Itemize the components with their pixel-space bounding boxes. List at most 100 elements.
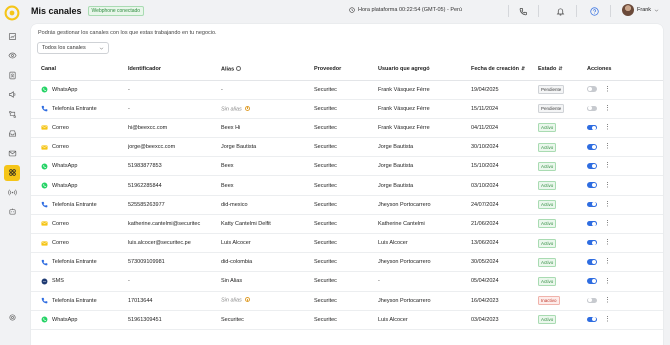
channel-enable-toggle[interactable]: [587, 201, 597, 208]
status-badge: Activo: [538, 315, 557, 325]
cell-fecha: 16/04/2023: [471, 291, 538, 311]
channel-enable-toggle[interactable]: [587, 182, 597, 188]
sidebar-item-eye[interactable]: [4, 48, 20, 65]
channel-enable-toggle[interactable]: [587, 124, 597, 131]
channel-enable-toggle[interactable]: [587, 144, 597, 150]
channel-enable-toggle[interactable]: [587, 297, 597, 304]
cell-fecha: 30/10/2024: [471, 137, 538, 158]
channel-enable-toggle[interactable]: [587, 105, 597, 112]
channel-enable-toggle[interactable]: [587, 86, 597, 92]
cell-canal: Correo: [31, 214, 128, 235]
alias-text: Beex Hi: [221, 124, 241, 131]
warning-icon[interactable]: [244, 297, 250, 303]
more-options-icon[interactable]: ⋮: [604, 258, 611, 265]
table-row: Telefonía Entrante 573009109981 did-colomb…: [31, 252, 663, 273]
sort-icon[interactable]: ⇵: [521, 66, 525, 72]
sort-icon[interactable]: ⇵: [558, 66, 562, 72]
more-options-icon[interactable]: ⋮: [604, 124, 611, 131]
col-header-fecha-label: Fecha de creación: [471, 66, 519, 73]
cell-proveedor: Securitec: [314, 233, 378, 254]
cell-canal: WhatsApp: [31, 175, 128, 196]
cell-proveedor: Securitec: [314, 195, 378, 215]
divider: [538, 5, 539, 17]
bell-icon[interactable]: [553, 4, 567, 18]
mail-icon: [41, 145, 48, 150]
channel-filter-select[interactable]: Todos los canales: [37, 42, 109, 54]
megaphone-icon: [8, 91, 15, 99]
more-options-icon[interactable]: ⋮: [604, 182, 611, 189]
cell-acciones: ⋮: [587, 310, 663, 330]
alias-text: Sin Alias: [221, 278, 243, 285]
flow-icon: [8, 110, 16, 118]
phone-settings-icon[interactable]: [516, 4, 530, 18]
more-options-icon[interactable]: ⋮: [604, 105, 611, 112]
cell-usuario: Frank Vásquez Férre: [378, 99, 471, 119]
status-badge: Activo: [538, 238, 557, 248]
cell-estado: Pendiente: [538, 99, 587, 119]
cell-proveedor: Securitec: [314, 156, 378, 177]
sidebar-item-bot[interactable]: [4, 204, 20, 221]
cell-alias: Luis Alcocer: [221, 233, 314, 254]
bot-icon: [8, 208, 16, 215]
col-header-estado[interactable]: Estado ⇵: [538, 59, 587, 81]
mail-icon: [41, 240, 48, 246]
channel-enable-toggle[interactable]: [587, 259, 597, 265]
phone-icon: [41, 297, 48, 304]
info-icon[interactable]: [236, 66, 242, 71]
channel-enable-toggle[interactable]: [587, 163, 597, 169]
mail-icon: [41, 125, 48, 131]
table-row: Telefonía Entrante 17013644 Sin alias Secur…: [31, 291, 663, 311]
sidebar-item-flow[interactable]: [4, 106, 20, 123]
mail-icon: [41, 221, 48, 227]
sidebar-item-channels[interactable]: [4, 164, 20, 181]
cell-proveedor: Securitec: [314, 271, 378, 292]
cell-estado: Activo: [538, 214, 587, 235]
sms-icon: [41, 278, 48, 285]
cell-proveedor: Securitec: [314, 80, 378, 100]
channel-enable-toggle[interactable]: [587, 220, 597, 227]
sidebar-item-megaphone[interactable]: [4, 87, 20, 104]
cell-identificador: 573009109981: [128, 252, 221, 273]
warning-icon[interactable]: [244, 105, 250, 111]
col-header-fecha[interactable]: Fecha de creación ⇵: [471, 59, 538, 81]
settings-icon[interactable]: [4, 309, 20, 325]
more-options-icon[interactable]: ⋮: [604, 143, 611, 150]
user-menu[interactable]: Frank: [622, 4, 659, 16]
more-options-icon[interactable]: ⋮: [604, 239, 611, 246]
more-options-icon[interactable]: ⋮: [604, 86, 611, 93]
sidebar-item-broadcast[interactable]: [4, 184, 20, 201]
cell-proveedor: Securitec: [314, 214, 378, 235]
cell-fecha: 05/04/2024: [471, 271, 538, 292]
sidebar-item-chart[interactable]: [4, 28, 20, 45]
alias-text: Jorge Bautista: [221, 144, 257, 151]
platform-clock: Hora plataforma 00:22:54 (GMT-05) - Perú: [349, 7, 462, 13]
more-options-icon[interactable]: ⋮: [604, 162, 611, 169]
channel-enable-toggle[interactable]: [587, 239, 597, 246]
whatsapp-icon: [41, 86, 48, 93]
alias-text: Beex: [221, 163, 234, 170]
cell-acciones: ⋮: [587, 137, 663, 158]
sidebar-item-mail[interactable]: [4, 145, 20, 162]
cell-proveedor: Securitec: [314, 252, 378, 273]
more-options-icon[interactable]: ⋮: [604, 201, 611, 208]
sidebar-item-inbox[interactable]: [4, 126, 20, 143]
more-options-icon[interactable]: ⋮: [604, 220, 611, 227]
channels-card: Podrás gestionar los canales con los que…: [31, 24, 663, 345]
cell-usuario: Jorge Bautista: [378, 175, 471, 196]
cell-usuario: -: [378, 271, 471, 292]
channel-name: WhatsApp: [52, 86, 78, 93]
status-badge: Inactivo: [538, 296, 560, 306]
more-options-icon[interactable]: ⋮: [604, 316, 611, 323]
channel-enable-toggle[interactable]: [587, 278, 597, 284]
alias-text: Beex: [221, 182, 234, 189]
eye-icon: [7, 52, 17, 59]
channel-enable-toggle[interactable]: [587, 316, 597, 323]
cell-alias: Katty Cantelmi Delfit: [221, 214, 314, 235]
sidebar-item-contacts[interactable]: [4, 67, 20, 84]
more-options-icon[interactable]: ⋮: [604, 297, 611, 304]
beex-logo-icon[interactable]: [4, 4, 21, 21]
more-options-icon[interactable]: ⋮: [604, 278, 611, 285]
cell-alias: -: [221, 80, 314, 100]
help-icon[interactable]: [587, 4, 601, 18]
cell-proveedor: Securitec: [314, 310, 378, 330]
